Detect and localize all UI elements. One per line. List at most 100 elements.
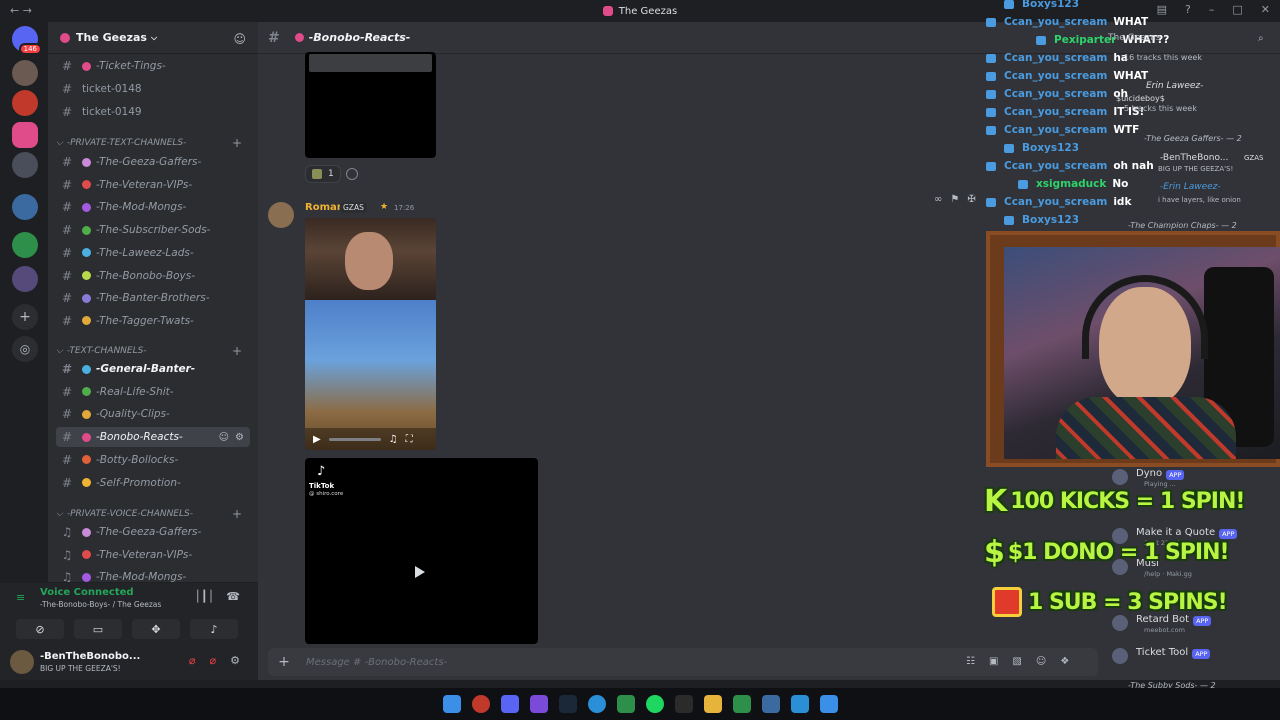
app-icon[interactable] [529,695,548,713]
channel-item[interactable]: # -The-Laweez-Lads- [56,243,250,263]
server-header[interactable]: The Geezas ⌵ ☺ [48,22,258,54]
image-attachment[interactable] [305,52,436,158]
app-icon[interactable] [732,695,751,713]
create-channel-icon[interactable]: + [232,344,242,358]
avatar [1112,648,1128,664]
gif-icon[interactable]: ▣ [989,656,998,667]
channel-item[interactable]: ♫ -The-Mod-Mongs- [56,567,250,582]
server-icon-the-geezas[interactable] [12,122,38,148]
edge-icon[interactable] [587,695,606,713]
search-icon[interactable]: ⌕ [1258,33,1264,44]
category-header[interactable]: ⌵ -PRIVATE-VOICE-CHANNELS- + [56,507,250,521]
steam-icon[interactable] [558,695,577,713]
fullscreen-icon[interactable]: ⛶ [406,434,413,445]
member-name[interactable]: -BenTheBono... [1160,153,1228,163]
gift-icon[interactable]: ☷ [966,656,975,667]
avatar[interactable] [268,202,294,228]
tiktok-embed[interactable]: ♪ TikTok @ shiro.core [305,458,538,644]
server-icon[interactable] [12,152,38,178]
apps-icon[interactable]: ❖ [1060,656,1069,667]
soundboard-button[interactable]: ♪ [190,619,238,639]
channel-item[interactable]: # -Botty-Bollocks- [56,450,250,470]
channel-item[interactable]: # -Real-Life-Shit- [56,382,250,402]
server-tag[interactable]: GZAS [340,202,367,213]
channel-item[interactable]: # ticket-0148 [56,79,250,99]
discover-icon[interactable]: ◎ [12,336,38,362]
server-folder-icon[interactable] [12,232,38,258]
notepad-icon[interactable] [761,695,780,713]
camera-off-button[interactable]: ⊘ [16,619,64,639]
create-channel-icon[interactable]: + [232,507,242,521]
app-icon[interactable] [616,695,635,713]
video-progress-bar[interactable] [328,437,381,441]
category-header[interactable]: ⌵ -TEXT-CHANNELS- + [56,344,250,358]
channel-item[interactable]: # -Self-Promotion- [56,473,250,493]
sticker-icon[interactable]: ▧ [1012,656,1021,667]
voice-location[interactable]: -The-Bonobo-Boys- / The Geezas [40,600,161,609]
bell-icon[interactable]: ⚑ [950,194,959,205]
channel-item[interactable]: # -The-Subscriber-Sods- [56,220,250,240]
discord-taskbar-icon[interactable] [500,695,519,713]
add-reaction-icon[interactable] [346,168,358,180]
channel-item[interactable]: # ticket-0149 [56,102,250,122]
play-icon[interactable]: ▶ [313,434,321,445]
direct-messages-icon[interactable]: 146 [12,26,42,55]
epic-games-icon[interactable] [674,695,693,713]
headphones-deafened-icon[interactable]: ⌀ [210,654,217,667]
category-header[interactable]: ⌵ -PRIVATE-TEXT-CHANNELS- + [56,136,250,150]
emoji-icon[interactable]: ☺ [1036,656,1046,667]
message-input[interactable]: Message # -Bonobo-Reacts- [306,657,447,668]
volume-icon[interactable]: ♫ [389,434,398,445]
channel-item[interactable]: ♫ -The-Geeza-Gaffers- [56,522,250,542]
channel-item[interactable]: # -The-Banter-Brothers- [56,288,250,308]
spotify-icon[interactable] [645,695,664,713]
member-name[interactable]: -Erin Laweez- [1160,182,1221,192]
channel-item[interactable]: # -The-Veteran-VIPs- [56,175,250,195]
pin-icon[interactable]: ✠ [967,194,975,205]
start-icon[interactable] [442,695,461,713]
server-folder-icon[interactable] [12,194,38,220]
member-item[interactable]: Ticket Tool APP [1112,647,1211,669]
video-attachment[interactable]: ▶ ♫ ⛶ [305,218,436,450]
noise-suppression-icon[interactable]: │┃│ [194,590,214,603]
chat-message: idk [1113,196,1132,208]
channel-item[interactable]: # -Bonobo-Reacts- ☺ ⚙ [56,427,250,448]
server-icon[interactable] [12,90,38,116]
play-icon[interactable] [415,566,425,578]
attach-plus-icon[interactable]: + [272,654,296,670]
nav-back-forward-icons[interactable]: ← → [10,4,32,17]
channel-item[interactable]: # -The-Bonobo-Boys- [56,266,250,286]
member-name[interactable]: Erin Laweez- [1146,81,1203,91]
channel-item[interactable]: # -Ticket-Tings- [56,56,250,76]
chat-nick: Boxys123 [1022,214,1080,226]
create-channel-icon[interactable]: + [232,136,242,150]
voice-status[interactable]: Voice Connected [40,587,134,598]
invite-icon[interactable]: ☺ [219,432,229,443]
file-explorer-icon[interactable] [703,695,722,713]
username[interactable]: -BenTheBonobo... [40,651,140,662]
add-server-icon[interactable]: + [12,304,38,330]
link-icon[interactable]: ∞ [934,194,942,205]
app-icon[interactable] [819,695,838,713]
server-icon[interactable] [12,60,38,86]
avatar[interactable] [10,650,34,674]
mic-muted-icon[interactable]: ⌀ [189,654,196,667]
channel-item[interactable]: # -Quality-Clips- [56,404,250,424]
channel-item[interactable]: # -The-Mod-Mongs- [56,197,250,217]
channel-item[interactable]: # -General-Banter- [56,359,250,379]
activities-button[interactable]: ✥ [132,619,180,639]
app-icon[interactable] [471,695,490,713]
gear-icon[interactable]: ⚙ [235,432,244,443]
gear-icon[interactable]: ⚙ [230,654,240,667]
server-folder-icon[interactable] [12,266,38,292]
channel-item[interactable]: ♫ -The-Veteran-VIPs- [56,545,250,565]
reaction-button[interactable]: 1 [305,165,341,183]
channel-item[interactable]: # -The-Tagger-Twats- [56,311,250,331]
add-member-icon[interactable]: ☺ [233,32,246,46]
disconnect-icon[interactable]: ☎ [226,590,240,603]
message-author[interactable]: Roman [305,202,344,213]
promo-text: 1 SUB = 3 SPINS! [1028,589,1228,615]
channel-item[interactable]: # -The-Geeza-Gaffers- [56,152,250,172]
screen-share-button[interactable]: ▭ [74,619,122,639]
app-icon[interactable] [790,695,809,713]
